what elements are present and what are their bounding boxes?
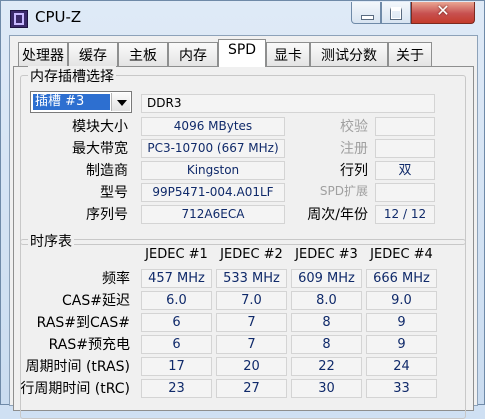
window-title: CPU-Z: [35, 8, 82, 26]
timing-cell: 7.0: [216, 291, 287, 310]
tab-graphics[interactable]: 显卡: [266, 42, 310, 66]
registered-label: 注册: [340, 141, 368, 157]
chevron-down-icon[interactable]: [111, 93, 130, 111]
timing-cell: 9: [366, 313, 437, 332]
correction-label: 校验: [340, 119, 368, 135]
title-bar[interactable]: CPU-Z ✕: [1, 1, 485, 35]
slot-group-title: 内存插槽选择: [28, 66, 116, 86]
close-icon: ✕: [436, 1, 450, 20]
tab-about[interactable]: 关于: [388, 42, 432, 66]
timing-row-label: RAS#到CAS#: [36, 315, 130, 331]
timing-cell: 609 MHz: [291, 269, 362, 288]
timing-cell: 6: [141, 335, 212, 354]
cpuz-window: CPU-Z ✕ 处理器 缓存 主板 内存 SPD 显卡 测试分数 关于 内存插槽…: [0, 0, 485, 419]
ranks-value: 双: [375, 161, 435, 180]
timing-row-label: 周期时间 (tRAS): [25, 359, 131, 375]
week-year-label: 周次/年份: [307, 207, 368, 223]
slot-dropdown[interactable]: 插槽 #3: [30, 91, 132, 113]
tab-cache[interactable]: 缓存: [68, 42, 118, 66]
timing-cell: 666 MHz: [366, 269, 437, 288]
timing-cell: 30: [291, 379, 362, 398]
part-number-value: 99P5471-004.A01LF: [141, 183, 285, 202]
tab-bench[interactable]: 测试分数: [310, 42, 388, 66]
part-number-label: 型号: [100, 185, 128, 201]
tab-spd[interactable]: SPD: [218, 39, 266, 67]
timing-cell: 33: [366, 379, 437, 398]
timing-col-jedec4: JEDEC #4: [370, 247, 433, 262]
memory-type-field: DDR3: [141, 94, 435, 113]
timing-cell: 6: [141, 313, 212, 332]
timing-cell: 533 MHz: [216, 269, 287, 288]
timing-cell: 6.0: [141, 291, 212, 310]
timing-cell: 7: [216, 335, 287, 354]
manufacturer-value: Kingston: [141, 161, 285, 180]
timing-cell: 8: [291, 313, 362, 332]
serial-number-label: 序列号: [86, 207, 128, 223]
timing-col-jedec2: JEDEC #2: [220, 247, 283, 262]
ranks-label: 行列: [340, 163, 368, 179]
timings-group-title: 时序表: [28, 231, 74, 251]
minimize-button[interactable]: [351, 2, 381, 24]
timing-cell: 9.0: [366, 291, 437, 310]
timing-cell: 22: [291, 357, 362, 376]
timing-cell: 9: [366, 335, 437, 354]
timing-cell: 8.0: [291, 291, 362, 310]
tab-mainboard[interactable]: 主板: [118, 42, 168, 66]
timing-row-label: 行周期时间 (tRC): [20, 381, 130, 397]
tab-memory[interactable]: 内存: [168, 42, 218, 66]
timing-cell: 7: [216, 313, 287, 332]
client-area: 处理器 缓存 主板 内存 SPD 显卡 测试分数 关于 内存插槽选择 插槽 #3…: [9, 35, 478, 419]
module-size-label: 模块大小: [72, 119, 128, 135]
manufacturer-label: 制造商: [86, 163, 128, 179]
timing-row-label: 频率: [102, 271, 130, 287]
timing-cell: 23: [141, 379, 212, 398]
timing-cell: 24: [366, 357, 437, 376]
timing-col-jedec1: JEDEC #1: [145, 247, 208, 262]
registered-value: [375, 139, 435, 158]
cpuz-app-icon: [10, 10, 28, 28]
timing-cell: 27: [216, 379, 287, 398]
correction-value: [375, 117, 435, 136]
week-year-value: 12 / 12: [375, 205, 435, 224]
timing-cell: 8: [291, 335, 362, 354]
timing-cell: 457 MHz: [141, 269, 212, 288]
slot-selected-value: 插槽 #3: [33, 94, 110, 110]
timing-row-label: RAS#预充电: [48, 337, 130, 353]
serial-number-value: 712A6ECA: [141, 205, 285, 224]
tab-processor[interactable]: 处理器: [18, 42, 68, 66]
spd-ext-value: [375, 183, 435, 202]
max-bandwidth-value: PC3-10700 (667 MHz): [141, 139, 285, 158]
max-bandwidth-label: 最大带宽: [72, 141, 128, 157]
module-size-value: 4096 MBytes: [141, 117, 285, 136]
spd-ext-label: SPD扩展: [319, 184, 368, 198]
timing-cell: 20: [216, 357, 287, 376]
spd-panel: 内存插槽选择 插槽 #3 DDR3 模块大小 最大带宽 制造商 型号 序列号 4…: [13, 66, 474, 419]
timing-row-label: CAS#延迟: [62, 293, 130, 309]
maximize-button[interactable]: [381, 2, 411, 24]
close-button[interactable]: ✕: [411, 1, 475, 24]
timing-cell: 17: [141, 357, 212, 376]
timing-col-jedec3: JEDEC #3: [295, 247, 358, 262]
